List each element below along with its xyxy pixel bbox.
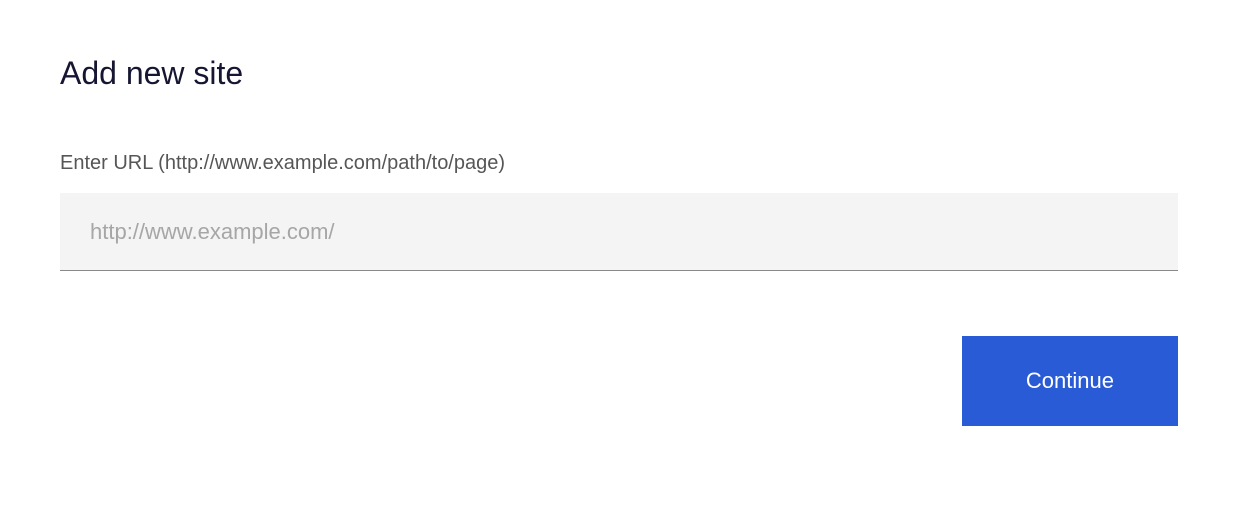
url-input[interactable] (60, 193, 1178, 271)
url-field-label: Enter URL (http://www.example.com/path/t… (60, 152, 1178, 175)
page-title: Add new site (60, 55, 1178, 92)
button-row: Continue (60, 336, 1178, 426)
continue-button[interactable]: Continue (962, 336, 1178, 426)
